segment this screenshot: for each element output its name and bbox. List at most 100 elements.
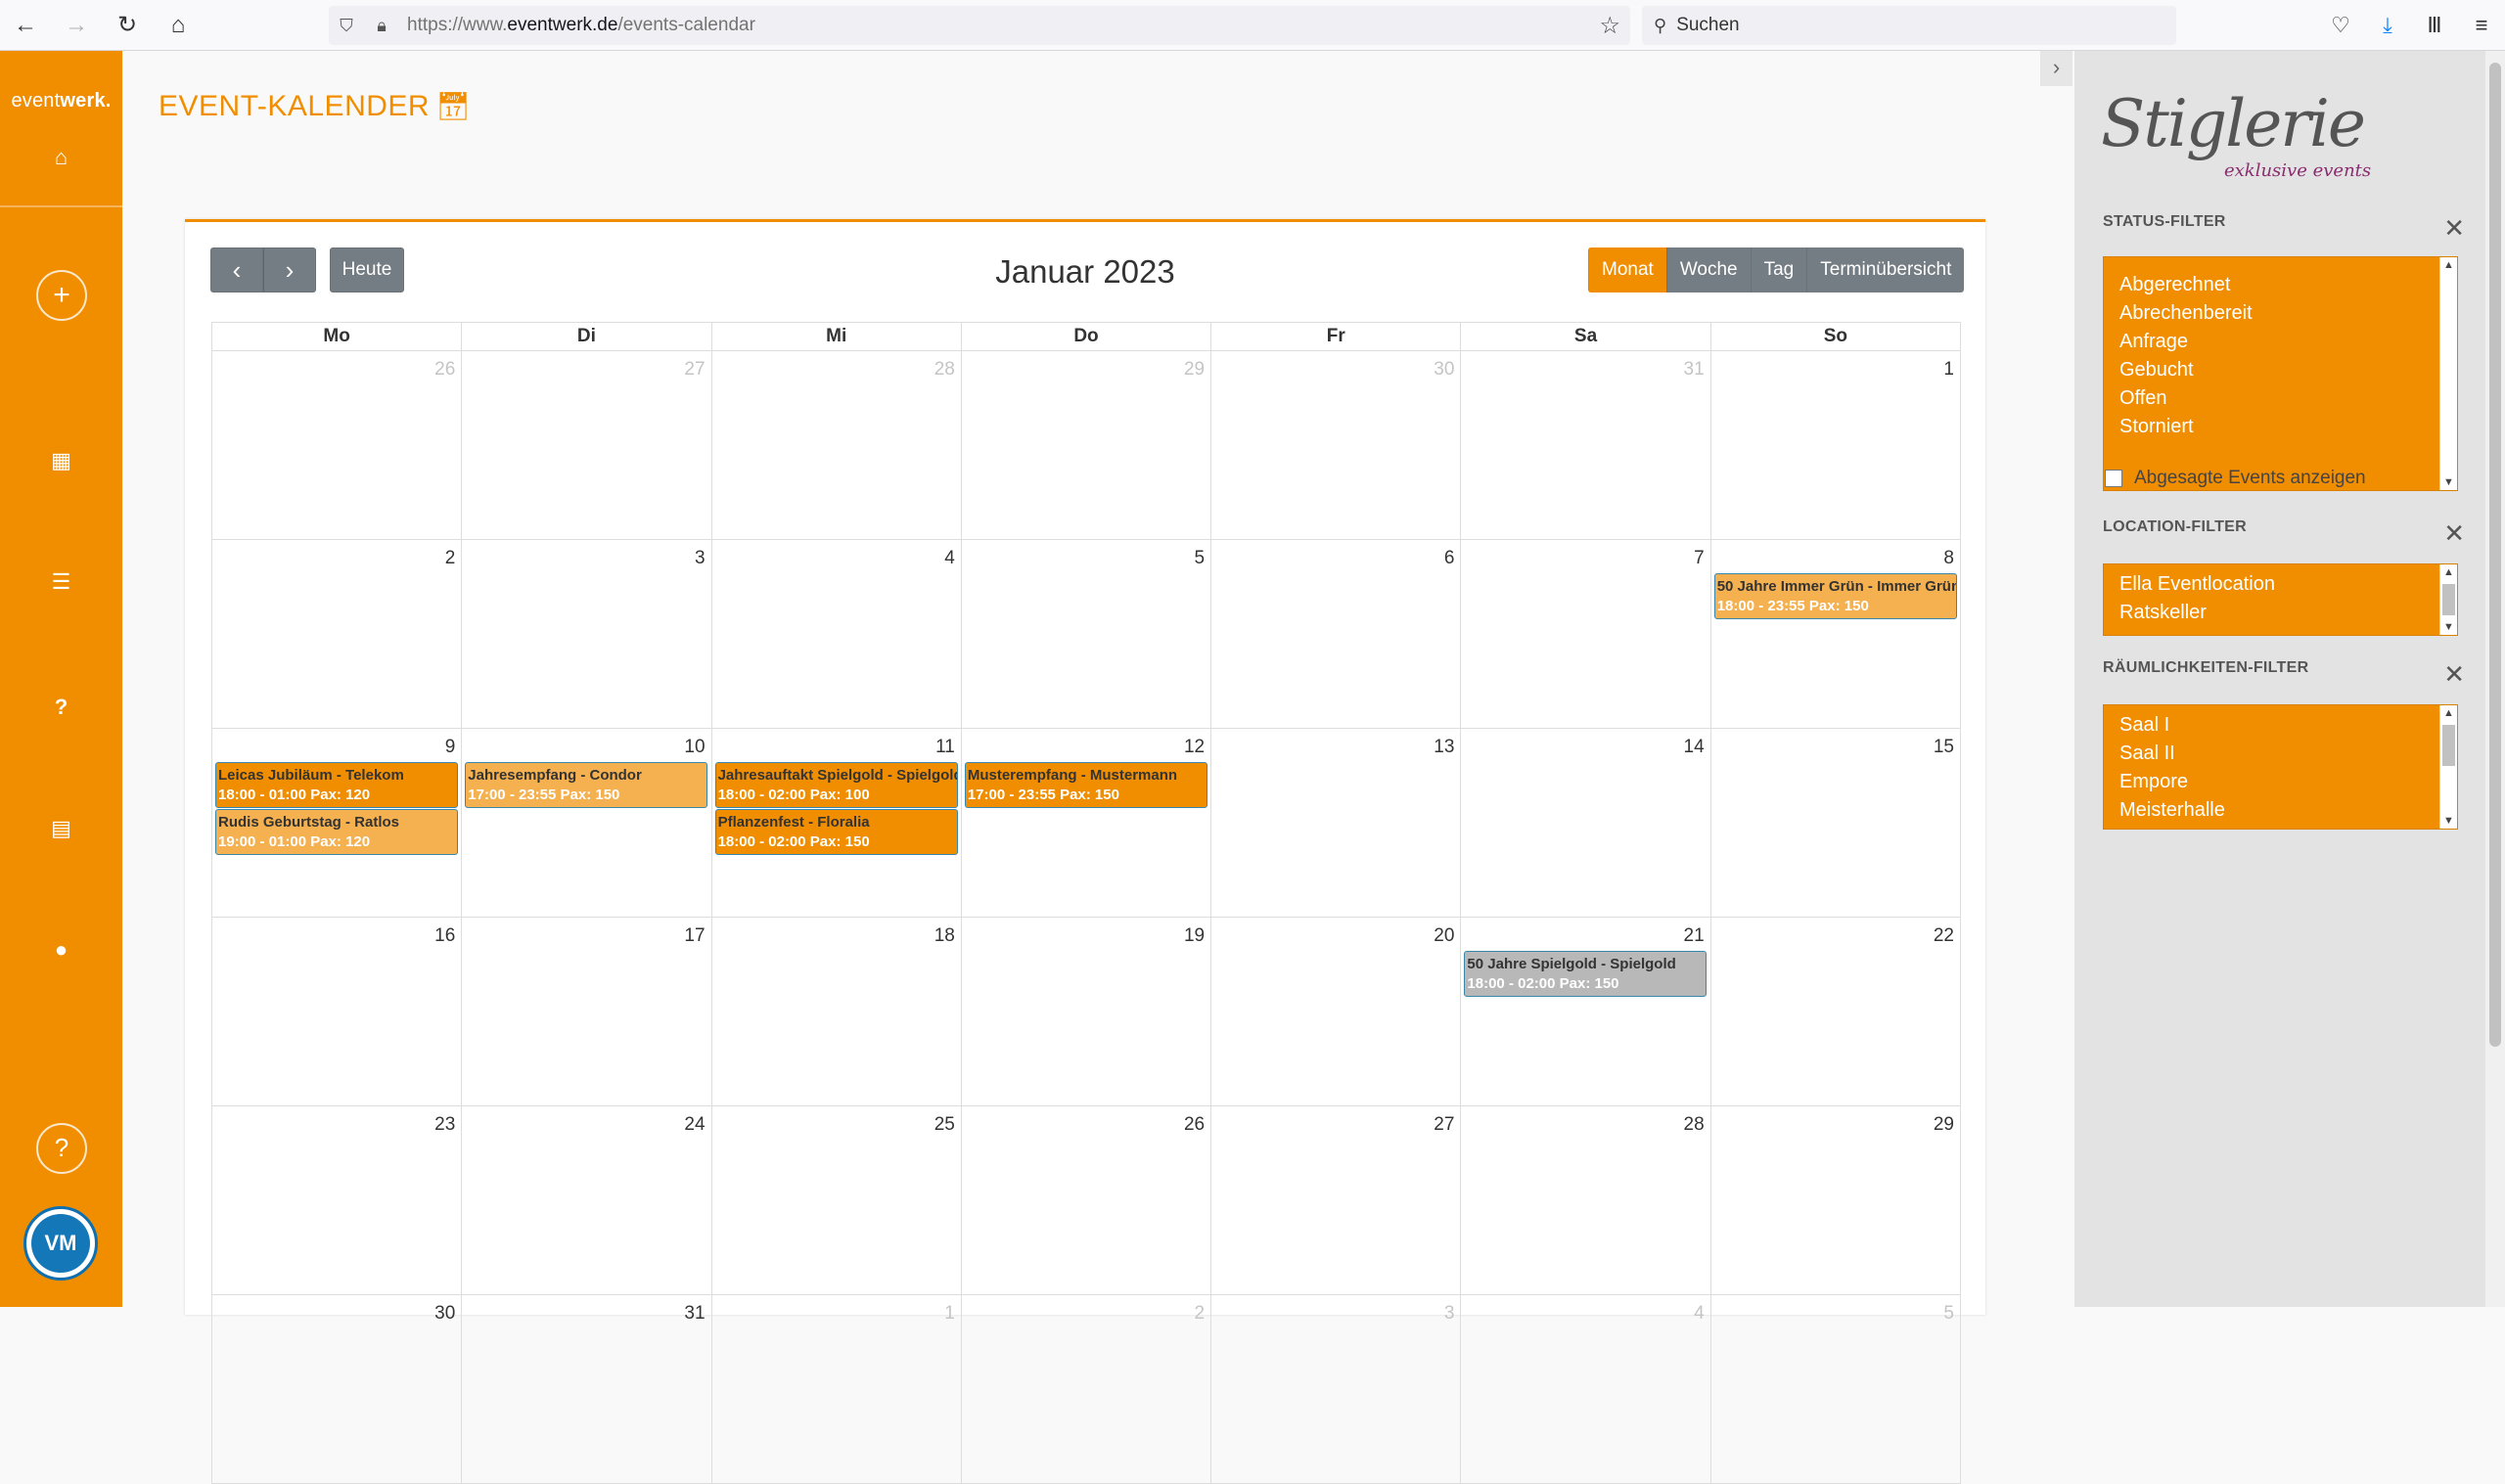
day-number[interactable]: 16 bbox=[434, 925, 455, 947]
day-cell[interactable]: 4 bbox=[710, 540, 961, 728]
today-button[interactable]: Heute bbox=[330, 247, 404, 292]
calendar-event[interactable]: Jahresauftakt Spielgold - Spielgold 18:0… bbox=[714, 762, 958, 808]
url-text[interactable]: https://www.eventwerk.de/events-calendar bbox=[407, 15, 755, 36]
scroll-up-icon[interactable]: ▲ bbox=[2440, 707, 2457, 719]
day-cell[interactable]: 20 bbox=[1210, 918, 1460, 1105]
scroll-down-icon[interactable]: ▼ bbox=[2440, 476, 2457, 488]
day-cell[interactable]: 24 bbox=[461, 1106, 710, 1294]
day-number[interactable]: 12 bbox=[1184, 737, 1205, 758]
day-cell[interactable]: 22 bbox=[1709, 918, 1960, 1105]
day-number[interactable]: 21 bbox=[1684, 925, 1705, 947]
day-cell[interactable]: 26 bbox=[212, 351, 461, 539]
day-cell[interactable]: 16 bbox=[212, 918, 461, 1105]
download-icon[interactable]: ⤓ bbox=[2364, 13, 2411, 38]
calendar-event[interactable]: Musterempfang - Mustermann 17:00 - 23:55… bbox=[964, 762, 1207, 808]
location-option[interactable]: Ella Eventlocation bbox=[2104, 570, 2457, 599]
room-option[interactable]: Saal II bbox=[2104, 740, 2457, 768]
day-number[interactable]: 14 bbox=[1684, 737, 1705, 758]
day-cell[interactable]: 28 bbox=[1460, 1106, 1709, 1294]
day-number[interactable]: 4 bbox=[1694, 1303, 1705, 1325]
day-number[interactable]: 26 bbox=[1184, 1114, 1205, 1136]
day-number[interactable]: 1 bbox=[944, 1303, 955, 1325]
calendar-event[interactable]: Leicas Jubiläum - Telekom 18:00 - 01:00 … bbox=[215, 762, 458, 808]
day-cell[interactable]: 17 bbox=[461, 918, 710, 1105]
lock-icon[interactable]: 🔒︎ bbox=[364, 16, 399, 36]
location-filter-scrollbar[interactable]: ▲ ▼ bbox=[2439, 564, 2457, 635]
day-cell[interactable]: 10 Jahresempfang - Condor 17:00 - 23:55 … bbox=[461, 729, 710, 917]
day-number[interactable]: 2 bbox=[445, 548, 456, 569]
day-number[interactable]: 5 bbox=[1943, 1303, 1954, 1325]
page-scrollbar[interactable] bbox=[2485, 51, 2505, 1307]
day-cell[interactable]: 27 bbox=[461, 351, 710, 539]
day-number[interactable]: 29 bbox=[1184, 359, 1205, 381]
day-number[interactable]: 24 bbox=[684, 1114, 705, 1136]
location-option[interactable]: Ratskeller bbox=[2104, 599, 2457, 627]
day-cell[interactable]: 4 bbox=[1460, 1295, 1709, 1483]
show-cancelled-checkbox-row[interactable]: Abgesagte Events anzeigen bbox=[2105, 468, 2366, 489]
menu-icon[interactable]: ≡ bbox=[2458, 13, 2505, 38]
bookmark-star-icon[interactable]: ☆ bbox=[1599, 12, 1620, 40]
status-filter-clear-icon[interactable]: ✕ bbox=[2443, 213, 2465, 244]
day-number[interactable]: 28 bbox=[934, 359, 955, 381]
library-icon[interactable]: Ⅲ bbox=[2411, 13, 2458, 38]
day-cell[interactable]: 25 bbox=[710, 1106, 961, 1294]
status-option[interactable]: Storniert bbox=[2104, 413, 2457, 441]
rooms-filter-scrollbar[interactable]: ▲ ▼ bbox=[2439, 705, 2457, 829]
add-button[interactable]: + bbox=[36, 270, 87, 321]
day-cell[interactable]: 1 bbox=[1709, 351, 1960, 539]
home-icon[interactable]: ⌂ bbox=[153, 0, 204, 51]
day-number[interactable]: 11 bbox=[935, 737, 955, 758]
day-cell[interactable]: 11 Jahresauftakt Spielgold - Spielgold 1… bbox=[710, 729, 961, 917]
calendar-event[interactable]: 50 Jahre Spielgold - Spielgold 18:00 - 0… bbox=[1464, 951, 1708, 997]
location-filter-clear-icon[interactable]: ✕ bbox=[2443, 518, 2465, 549]
card-icon[interactable]: ▤ bbox=[0, 816, 122, 841]
show-cancelled-checkbox[interactable] bbox=[2105, 470, 2122, 487]
day-number[interactable]: 18 bbox=[934, 925, 955, 947]
status-option[interactable]: Offen bbox=[2104, 384, 2457, 413]
day-cell[interactable]: 12 Musterempfang - Mustermann 17:00 - 23… bbox=[960, 729, 1210, 917]
day-cell[interactable]: 6 bbox=[1210, 540, 1460, 728]
browser-search-input[interactable]: ⚲ Suchen bbox=[1642, 6, 2176, 45]
day-number[interactable]: 8 bbox=[1943, 548, 1954, 569]
day-number[interactable]: 22 bbox=[1934, 925, 1954, 947]
scroll-down-icon[interactable]: ▼ bbox=[2440, 621, 2457, 633]
day-cell[interactable]: 29 bbox=[960, 351, 1210, 539]
day-number[interactable]: 17 bbox=[684, 925, 705, 947]
day-number[interactable]: 26 bbox=[434, 359, 455, 381]
eventwerk-logo[interactable]: eventwerk. bbox=[0, 90, 122, 112]
day-number[interactable]: 7 bbox=[1694, 548, 1705, 569]
day-cell[interactable]: 31 bbox=[461, 1295, 710, 1483]
day-number[interactable]: 29 bbox=[1934, 1114, 1954, 1136]
day-cell[interactable]: 5 bbox=[960, 540, 1210, 728]
day-cell[interactable]: 23 bbox=[212, 1106, 461, 1294]
day-cell[interactable]: 19 bbox=[960, 918, 1210, 1105]
day-number[interactable]: 31 bbox=[1684, 359, 1705, 381]
day-cell[interactable]: 2 bbox=[960, 1295, 1210, 1483]
page-scroll-thumb[interactable] bbox=[2489, 63, 2501, 1047]
scroll-thumb[interactable] bbox=[2442, 725, 2455, 766]
calendar-event[interactable]: Pflanzenfest - Floralia 18:00 - 02:00 Pa… bbox=[714, 809, 958, 855]
day-number[interactable]: 27 bbox=[1434, 1114, 1454, 1136]
status-option[interactable]: Gebucht bbox=[2104, 356, 2457, 384]
pocket-icon[interactable]: ♡ bbox=[2317, 13, 2364, 38]
day-number[interactable]: 10 bbox=[684, 737, 705, 758]
prev-month-button[interactable]: ‹ bbox=[210, 247, 263, 292]
scroll-up-icon[interactable]: ▲ bbox=[2440, 259, 2457, 271]
day-number[interactable]: 5 bbox=[1195, 548, 1206, 569]
view-day-button[interactable]: Tag bbox=[1750, 247, 1807, 292]
reload-icon[interactable]: ↻ bbox=[102, 0, 153, 51]
list-icon[interactable]: ☰ bbox=[0, 569, 122, 595]
day-number[interactable]: 3 bbox=[695, 548, 706, 569]
status-option[interactable]: Anfrage bbox=[2104, 328, 2457, 356]
day-number[interactable]: 9 bbox=[445, 737, 456, 758]
day-cell[interactable]: 15 bbox=[1709, 729, 1960, 917]
day-number[interactable]: 6 bbox=[1444, 548, 1455, 569]
day-cell[interactable]: 26 bbox=[960, 1106, 1210, 1294]
question-icon[interactable]: ? bbox=[0, 695, 122, 720]
day-number[interactable]: 23 bbox=[434, 1114, 455, 1136]
day-cell[interactable]: 31 bbox=[1460, 351, 1709, 539]
day-number[interactable]: 25 bbox=[934, 1114, 955, 1136]
forward-icon[interactable]: → bbox=[51, 0, 102, 51]
day-number[interactable]: 3 bbox=[1444, 1303, 1455, 1325]
day-cell[interactable]: 30 bbox=[212, 1295, 461, 1483]
